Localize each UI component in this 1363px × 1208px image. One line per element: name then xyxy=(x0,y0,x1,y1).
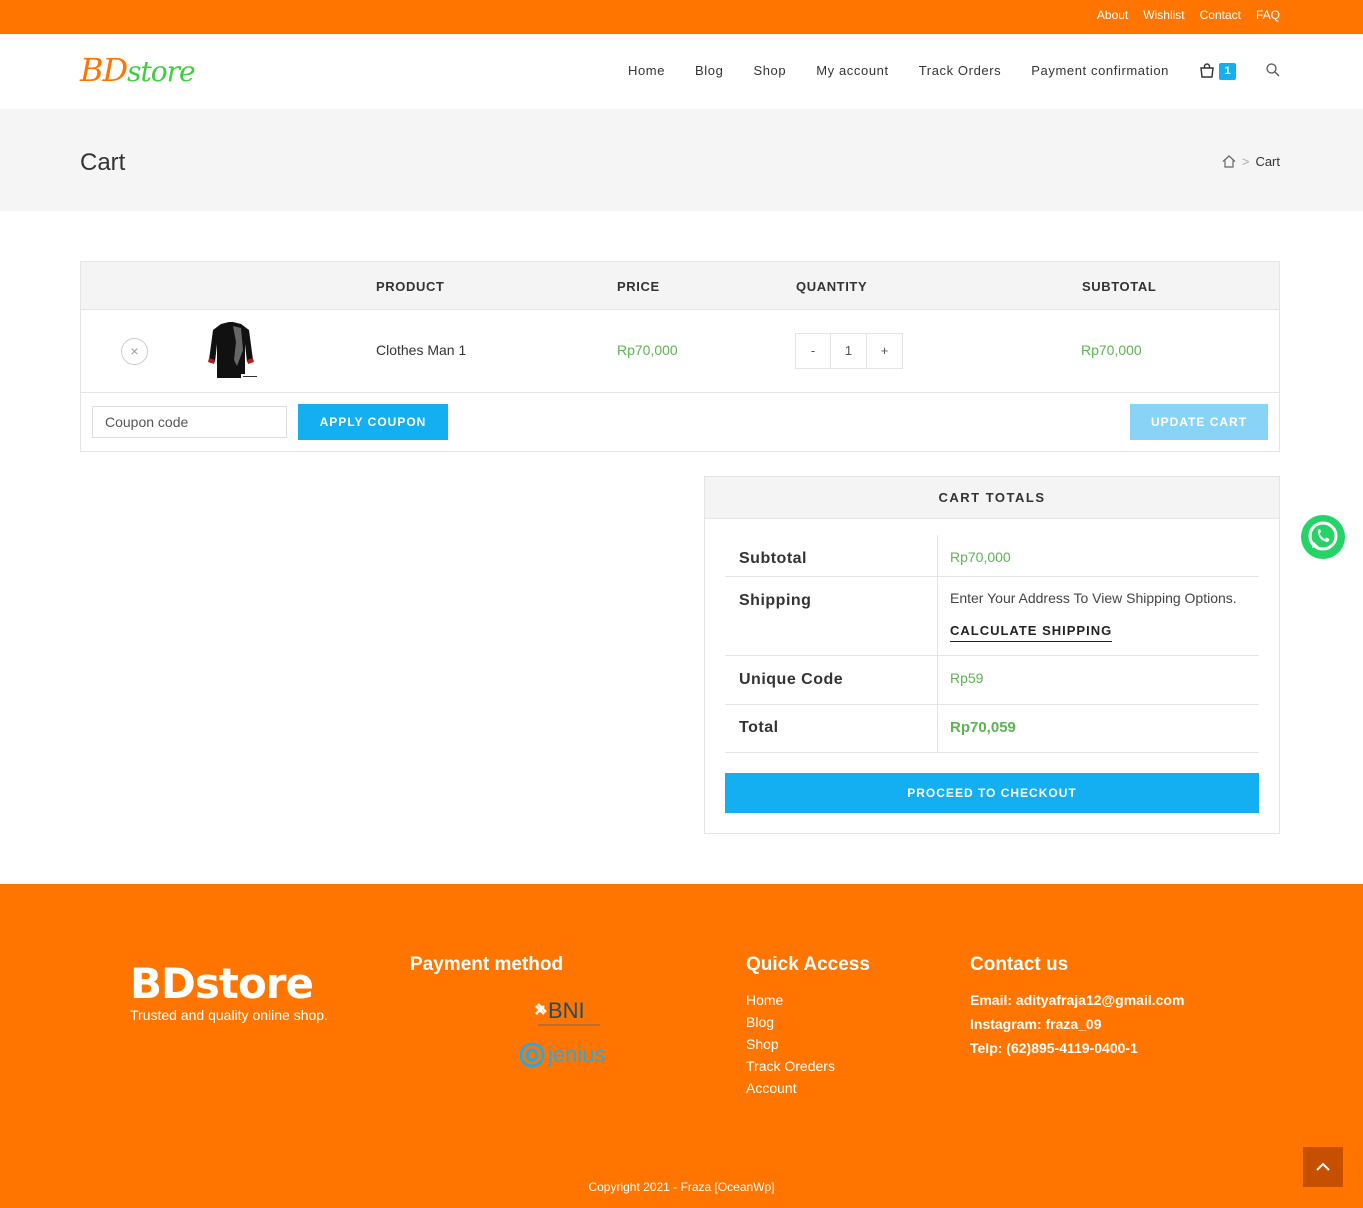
copyright-text: Copyright 2021 - Fraza [OceanWp] xyxy=(588,1180,775,1194)
total-value: Rp70,059 xyxy=(950,719,1016,736)
scroll-to-top-button[interactable] xyxy=(1303,1147,1343,1187)
bni-logo-text: BNI xyxy=(548,998,585,1023)
contact-info: Email: adityafraja12@gmail.com Instagram… xyxy=(970,992,1184,1056)
calculate-shipping-link[interactable]: CALCULATE SHIPPING xyxy=(950,623,1113,642)
site-header: BDstore Home Blog Shop My account Track … xyxy=(0,34,1363,109)
contact-email: Email: adityafraja12@gmail.com xyxy=(970,992,1185,1008)
unique-code-value: Rp59 xyxy=(950,670,984,686)
contact-heading: Contact us xyxy=(970,954,1069,975)
quantity-increase-button[interactable]: + xyxy=(867,333,903,369)
col-subtotal: SUBTOTAL xyxy=(1082,279,1157,294)
product-name-link[interactable]: Clothes Man 1 xyxy=(376,342,466,358)
top-link-faq[interactable]: FAQ xyxy=(1256,8,1280,22)
cart-totals-heading: CART TOTALS xyxy=(705,477,1279,519)
product-thumbnail[interactable] xyxy=(201,320,261,382)
top-link-contact[interactable]: Contact xyxy=(1200,8,1241,22)
item-subtotal: Rp70,000 xyxy=(1081,342,1142,358)
totals-row-unique-code: Unique Code Rp59 xyxy=(725,656,1259,705)
quantity-input[interactable]: 1 xyxy=(831,333,867,369)
breadcrumb-current: Cart xyxy=(1255,154,1280,169)
footer-logo: BDstore xyxy=(130,959,314,1008)
bni-mark-icon: BNI xyxy=(535,998,600,1026)
chevron-up-icon xyxy=(1316,1162,1330,1171)
cell-divider xyxy=(937,535,938,576)
nav-track-orders[interactable]: Track Orders xyxy=(919,63,1002,78)
quick-access-links: Home Blog Shop Track Oreders Account xyxy=(746,992,835,1096)
cart-item-row: × Clothes Man 1 Rp70,000 - 1 + Rp70,000 xyxy=(81,310,1279,393)
cell-divider xyxy=(937,656,938,704)
footer-link-home[interactable]: Home xyxy=(746,992,835,1008)
logo-part-bd: BD xyxy=(80,51,128,89)
cart-table: PRODUCT PRICE QUANTITY SUBTOTAL × Clothe… xyxy=(80,261,1280,452)
contact-instagram: Instagram: fraza_09 xyxy=(970,1016,1102,1032)
coupon-code-input[interactable]: Coupon code xyxy=(92,406,287,438)
quick-access-heading: Quick Access xyxy=(746,954,870,975)
product-price: Rp70,000 xyxy=(617,342,678,358)
page-title: Cart xyxy=(80,149,126,176)
quantity-stepper: - 1 + xyxy=(795,333,903,369)
bni-logo: BNI xyxy=(534,998,604,1032)
breadcrumb: > Cart xyxy=(1222,154,1280,169)
jenius-logo-text: jenius xyxy=(547,1042,605,1067)
cart-count-badge: 1 xyxy=(1219,63,1236,80)
search-icon[interactable] xyxy=(1266,63,1280,77)
jenius-mark-icon: jenius xyxy=(519,1042,605,1068)
shopping-bag-icon xyxy=(1200,63,1214,78)
total-label: Total xyxy=(739,719,779,736)
nav-blog[interactable]: Blog xyxy=(695,63,723,78)
shipping-message: Enter Your Address To View Shipping Opti… xyxy=(950,590,1237,606)
totals-row-shipping: Shipping Enter Your Address To View Ship… xyxy=(725,577,1259,656)
cart-totals: CART TOTALS Subtotal Rp70,000 Shipping E… xyxy=(704,476,1280,834)
jenius-logo: jenius xyxy=(518,1040,622,1070)
footer-link-blog[interactable]: Blog xyxy=(746,1014,835,1030)
apply-coupon-button[interactable]: APPLY COUPON xyxy=(298,404,448,440)
cell-divider xyxy=(937,705,938,752)
remove-item-button[interactable]: × xyxy=(121,338,148,365)
cart-table-header: PRODUCT PRICE QUANTITY SUBTOTAL xyxy=(81,262,1279,310)
footer-link-account[interactable]: Account xyxy=(746,1080,835,1096)
totals-row-subtotal: Subtotal Rp70,000 xyxy=(725,535,1259,577)
footer-tagline: Trusted and quality online shop. xyxy=(130,1007,328,1023)
update-cart-button[interactable]: UPDATE CART xyxy=(1130,404,1268,440)
footer-link-track-orders[interactable]: Track Oreders xyxy=(746,1058,835,1074)
quantity-decrease-button[interactable]: - xyxy=(795,333,831,369)
footer-link-shop[interactable]: Shop xyxy=(746,1036,835,1052)
top-link-about[interactable]: About xyxy=(1097,8,1128,22)
subtotal-label: Subtotal xyxy=(739,550,807,567)
nav-my-account[interactable]: My account xyxy=(816,63,888,78)
breadcrumb-separator: > xyxy=(1241,154,1250,169)
unique-code-label: Unique Code xyxy=(739,671,844,688)
site-logo[interactable]: BDstore xyxy=(80,51,196,89)
logo-part-store: store xyxy=(127,55,195,88)
cell-divider xyxy=(937,577,938,655)
shipping-label: Shipping xyxy=(739,592,812,609)
col-product: PRODUCT xyxy=(376,279,445,294)
payment-method-heading: Payment method xyxy=(410,954,564,975)
whatsapp-button[interactable] xyxy=(1301,515,1345,559)
top-bar: About Wishlist Contact FAQ xyxy=(0,0,1363,34)
main-nav: Home Blog Shop My account Track Orders P… xyxy=(628,63,1169,78)
subtotal-value: Rp70,000 xyxy=(950,549,1011,565)
nav-shop[interactable]: Shop xyxy=(753,63,786,78)
col-price: PRICE xyxy=(617,279,660,294)
site-footer: BDstore Trusted and quality online shop.… xyxy=(0,884,1363,1208)
col-quantity: QUANTITY xyxy=(796,279,868,294)
top-links: About Wishlist Contact FAQ xyxy=(1097,8,1280,22)
whatsapp-icon xyxy=(1308,521,1338,551)
contact-phone: Telp: (62)895-4119-0400-1 xyxy=(970,1040,1138,1056)
nav-home[interactable]: Home xyxy=(628,63,665,78)
page-header: Cart > Cart xyxy=(0,109,1363,211)
home-icon[interactable] xyxy=(1222,155,1236,168)
proceed-to-checkout-button[interactable]: PROCEED TO CHECKOUT xyxy=(725,773,1259,813)
top-link-wishlist[interactable]: Wishlist xyxy=(1143,8,1184,22)
totals-row-total: Total Rp70,059 xyxy=(725,705,1259,753)
header-cart[interactable]: 1 xyxy=(1199,63,1239,83)
nav-payment-confirmation[interactable]: Payment confirmation xyxy=(1031,63,1169,78)
